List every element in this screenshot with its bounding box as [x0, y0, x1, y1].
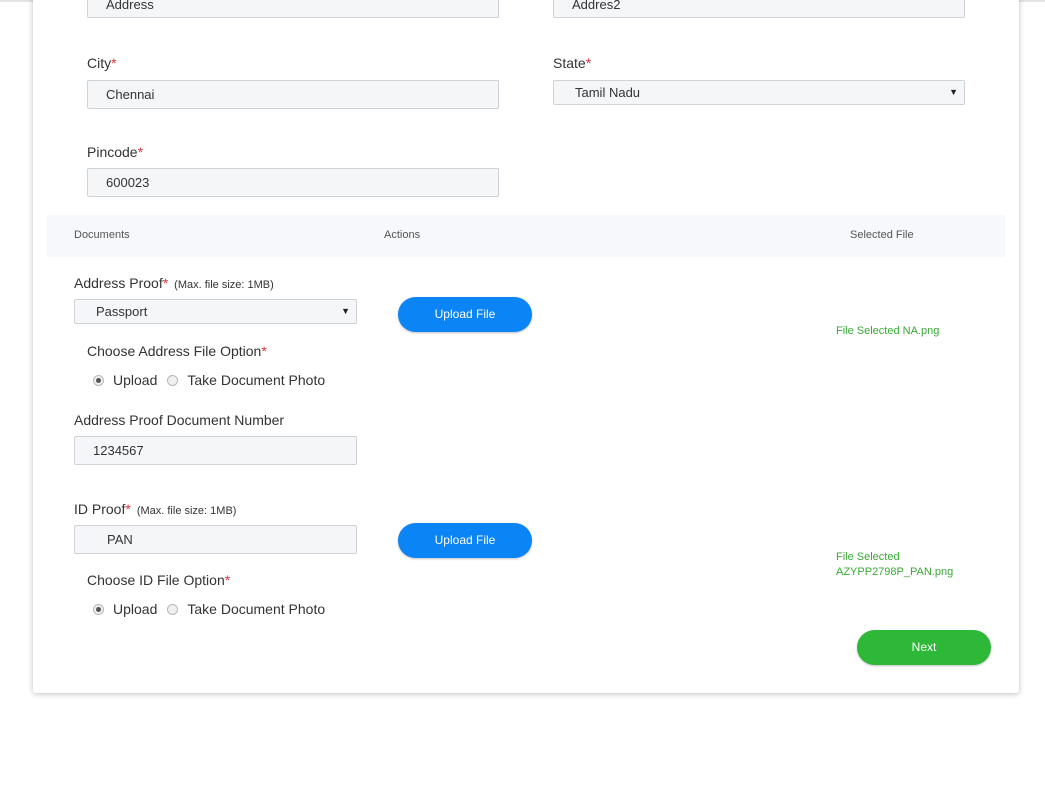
address2-value: Addres2	[572, 0, 621, 12]
address-doc-number-value: 1234567	[93, 443, 144, 458]
radio-photo-id[interactable]	[167, 603, 179, 615]
address-proof-label: Address Proof* (Max. file size: 1MB)	[74, 275, 274, 291]
address-proof-selected-file: File Selected NA.png	[836, 325, 940, 337]
city-value: Chennai	[106, 87, 155, 102]
radio-upload-label: Upload	[113, 601, 158, 617]
id-proof-selected-file-line2: AZYPP2798P_PAN.png	[836, 566, 954, 578]
id-proof-type-value: PAN	[107, 532, 133, 547]
address-proof-type-select[interactable]: Passport ▼	[74, 299, 357, 324]
address-proof-upload-button[interactable]: Upload File	[398, 297, 532, 332]
pincode-input[interactable]: 600023	[87, 168, 499, 197]
required-mark: *	[224, 572, 231, 588]
state-value: Tamil Nadu	[575, 85, 641, 100]
required-mark: *	[585, 55, 592, 71]
city-label-text: City	[87, 55, 112, 71]
max-size-note: (Max. file size: 1MB)	[174, 279, 274, 291]
address2-input[interactable]: Addres2	[553, 0, 965, 18]
required-mark: *	[125, 501, 131, 517]
address1-value: Address	[106, 0, 154, 12]
address-doc-number-input[interactable]: 1234567	[74, 436, 357, 465]
id-file-option-label-text: Choose ID File Option	[87, 572, 225, 588]
state-select[interactable]: Tamil Nadu ▼	[553, 80, 965, 105]
radio-photo-label: Take Document Photo	[187, 601, 326, 617]
required-mark: *	[111, 55, 117, 71]
documents-table-header: Documents Actions Selected File	[47, 215, 1005, 257]
id-proof-label: ID Proof* (Max. file size: 1MB)	[74, 501, 236, 517]
documents-column-header: Documents	[74, 229, 130, 241]
id-proof-upload-button[interactable]: Upload File	[398, 523, 532, 558]
state-label: State*	[553, 55, 591, 71]
id-file-option-group: Upload Take Document Photo	[93, 601, 335, 617]
id-file-option-label: Choose ID File Option*	[87, 572, 230, 588]
address-proof-type-value: Passport	[96, 304, 148, 319]
address1-input[interactable]: Address	[87, 0, 499, 18]
actions-column-header: Actions	[384, 229, 421, 241]
radio-upload-id[interactable]	[93, 603, 104, 615]
address-file-option-group: Upload Take Document Photo	[93, 372, 335, 388]
id-proof-selected-file: File Selected AZYPP2798P_PAN.png	[836, 550, 953, 580]
pincode-label: Pincode*	[87, 144, 143, 160]
id-proof-type-input[interactable]: PAN	[74, 525, 357, 554]
required-mark: *	[261, 343, 267, 359]
radio-upload-label: Upload	[113, 372, 158, 388]
required-mark: *	[137, 144, 144, 160]
city-input[interactable]: Chennai	[87, 80, 499, 109]
city-label: City*	[87, 55, 117, 71]
state-label-text: State	[553, 55, 586, 71]
next-button[interactable]: Next	[857, 630, 991, 665]
address-doc-number-label: Address Proof Document Number	[74, 412, 285, 428]
pincode-value: 600023	[106, 175, 150, 190]
radio-photo-label: Take Document Photo	[187, 372, 326, 388]
radio-upload-address[interactable]	[93, 374, 104, 386]
radio-photo-address[interactable]	[167, 374, 179, 386]
required-mark: *	[162, 275, 169, 291]
pincode-label-text: Pincode	[87, 144, 138, 160]
address-file-option-label: Choose Address File Option*	[87, 343, 267, 359]
id-proof-label-text: ID Proof	[74, 501, 126, 517]
max-size-note: (Max. file size: 1MB)	[136, 505, 237, 517]
caret-down-icon: ▼	[341, 306, 350, 316]
id-proof-selected-file-line1: File Selected	[836, 551, 900, 563]
caret-down-icon: ▼	[949, 87, 958, 97]
selected-file-column-header: Selected File	[850, 229, 914, 241]
address-file-option-label-text: Choose Address File Option	[87, 343, 262, 359]
address-proof-label-text: Address Proof	[74, 275, 163, 291]
